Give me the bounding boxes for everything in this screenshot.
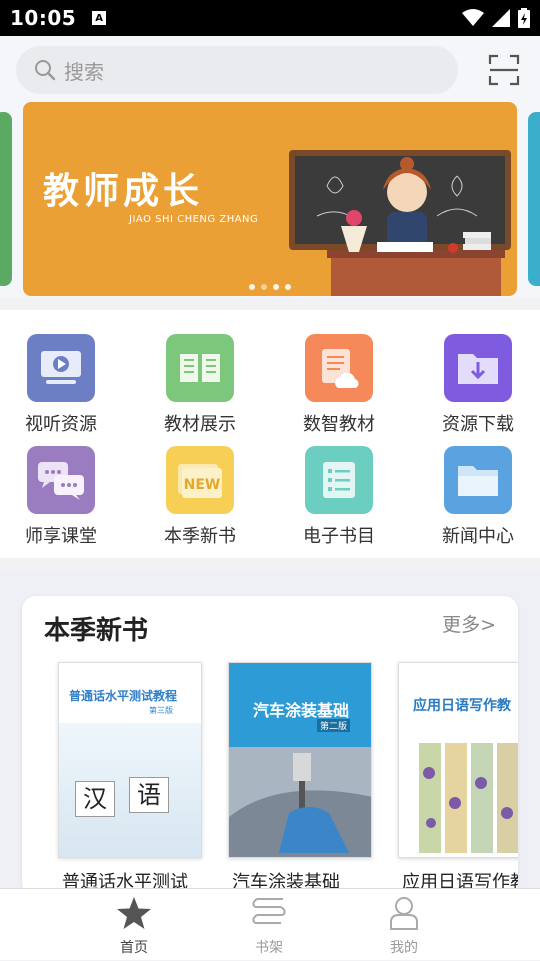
svg-text:NEW: NEW xyxy=(184,477,221,493)
carousel-dot xyxy=(273,284,279,290)
book-item[interactable]: 汽车涂装基础 第二版 汽车涂装基础 xyxy=(228,662,376,893)
grid-label: 教材展示 xyxy=(164,414,236,435)
bookshelf-icon xyxy=(250,895,288,931)
carousel-dots xyxy=(249,284,291,290)
teacher-illustration xyxy=(289,150,511,296)
list-icon xyxy=(305,446,373,514)
open-book-icon xyxy=(166,334,234,402)
status-time: 10:05 xyxy=(10,6,77,30)
nav-label: 书架 xyxy=(255,940,283,956)
grid-item-news-center[interactable]: 新闻中心 xyxy=(428,446,528,556)
cloud-document-icon xyxy=(305,334,373,402)
banner-title: 教师成长 xyxy=(43,170,204,212)
nav-label: 首页 xyxy=(120,940,148,956)
grid-label: 资源下载 xyxy=(442,414,514,435)
folder-icon xyxy=(444,446,512,514)
grid-label: 电子书目 xyxy=(303,526,375,547)
book-cover: 应用日语写作教 xyxy=(398,662,518,858)
search-placeholder: 搜索 xyxy=(64,59,104,84)
cover-edition: 第二版 xyxy=(317,719,351,732)
notification-icon: A xyxy=(92,11,107,25)
grid-label: 新闻中心 xyxy=(442,526,514,547)
grid-label: 视听资源 xyxy=(25,414,97,435)
cover-title: 应用日语写作教 xyxy=(413,698,511,714)
grid-item-ebook-catalog[interactable]: 电子书目 xyxy=(289,446,389,556)
grid-label: 数智教材 xyxy=(303,414,375,435)
star-icon xyxy=(115,895,153,931)
banner-subtitle: JIAO SHI CHENG ZHANG xyxy=(129,214,259,225)
cover-edition: 第三版 xyxy=(149,706,173,715)
signal-icon xyxy=(492,9,510,27)
grid-item-digital-textbook[interactable]: 数智教材 xyxy=(289,334,389,444)
nav-item-home[interactable]: 首页 xyxy=(94,889,174,961)
feature-grid: 视听资源 教材展示 数智教材 资源下载 师享课堂 NEW 本季新书 电子书目 新… xyxy=(0,310,540,558)
cover-char: 语 xyxy=(129,777,169,813)
grid-item-av-resources[interactable]: 视听资源 xyxy=(11,334,111,444)
profile-icon xyxy=(385,895,423,931)
grid-item-new-books[interactable]: NEW 本季新书 xyxy=(150,446,250,556)
grid-item-shared-classroom[interactable]: 师享课堂 xyxy=(11,446,111,556)
header-area: 搜索 教师成长 JIAO SHI CHENG ZHANG xyxy=(0,36,540,298)
new-books-card: 本季新书 更多> 普通话水平测试教程 第三版 汉 语 普通话水平测试 汽车涂装基… xyxy=(22,596,518,896)
video-icon xyxy=(27,334,95,402)
chat-bubbles-icon xyxy=(27,446,95,514)
banner-next-peek xyxy=(528,112,540,286)
section-title: 本季新书 xyxy=(44,616,149,646)
search-icon xyxy=(35,60,56,81)
battery-icon xyxy=(518,8,530,28)
more-link[interactable]: 更多> xyxy=(442,610,496,637)
carousel-dot-active xyxy=(261,284,267,290)
nav-label: 我的 xyxy=(390,940,418,956)
banner-slide[interactable]: 教师成长 JIAO SHI CHENG ZHANG xyxy=(23,102,517,296)
grid-item-resource-download[interactable]: 资源下载 xyxy=(428,334,528,444)
nav-item-bookshelf[interactable]: 书架 xyxy=(229,889,309,961)
grid-item-textbook-display[interactable]: 教材展示 xyxy=(150,334,250,444)
search-input[interactable]: 搜索 xyxy=(16,46,458,94)
download-folder-icon xyxy=(444,334,512,402)
status-bar: 10:05 A xyxy=(0,0,540,36)
cover-title: 普通话水平测试教程 xyxy=(69,689,178,703)
wifi-icon xyxy=(462,9,484,26)
scan-icon[interactable] xyxy=(488,54,520,86)
banner-carousel[interactable]: 教师成长 JIAO SHI CHENG ZHANG xyxy=(0,102,540,296)
new-badge-icon: NEW xyxy=(166,446,234,514)
book-item[interactable]: 应用日语写作教 应用日语写作教 xyxy=(398,662,518,893)
book-item[interactable]: 普通话水平测试教程 第三版 汉 语 普通话水平测试 xyxy=(58,662,206,893)
carousel-dot xyxy=(285,284,291,290)
grid-label: 本季新书 xyxy=(164,526,236,547)
banner-prev-peek xyxy=(0,112,12,286)
book-cover: 普通话水平测试教程 第三版 汉 语 xyxy=(58,662,202,858)
cover-char: 汉 xyxy=(75,781,115,817)
book-cover: 汽车涂装基础 第二版 xyxy=(228,662,372,858)
bottom-nav: 首页 书架 我的 xyxy=(0,888,540,960)
cover-title: 汽车涂装基础 xyxy=(252,701,349,720)
nav-item-profile[interactable]: 我的 xyxy=(364,889,444,961)
grid-label: 师享课堂 xyxy=(25,526,97,547)
carousel-dot xyxy=(249,284,255,290)
